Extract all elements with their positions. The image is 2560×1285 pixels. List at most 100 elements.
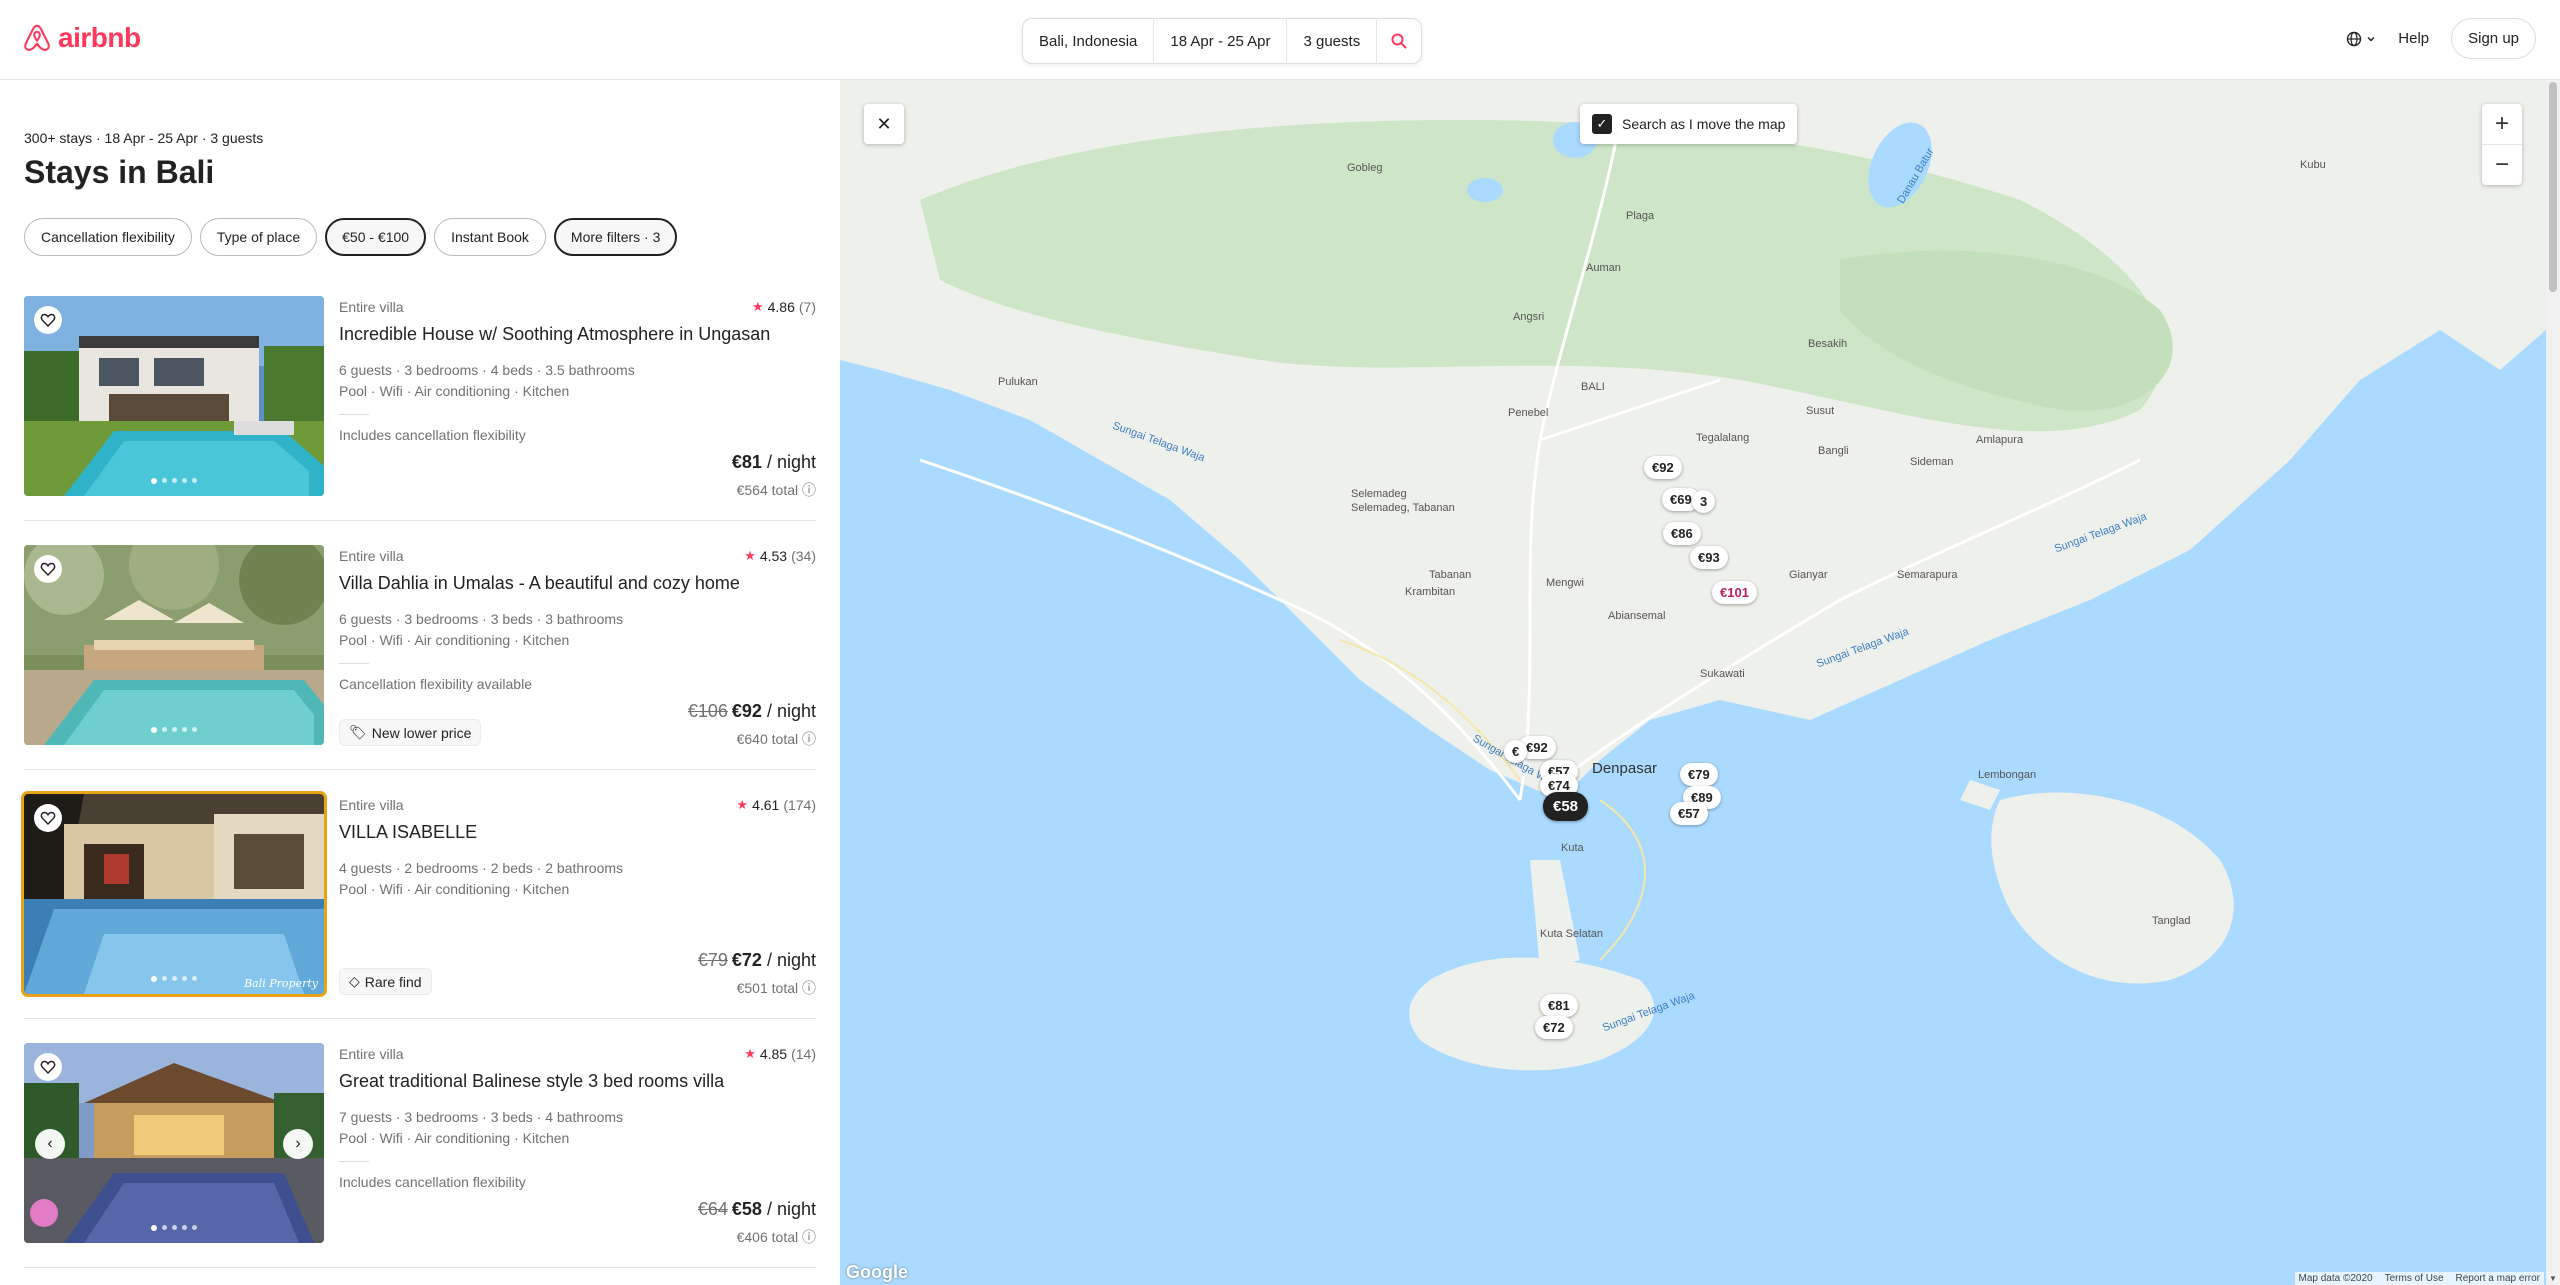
photo-watermark: Bali Property [244, 977, 318, 990]
airbnb-logo[interactable]: airbnb [22, 22, 141, 54]
listing-card[interactable]: Entire villa ★ 4.86 (7) Incredible House… [24, 296, 816, 498]
map-place-label: Semarapura [1897, 569, 1958, 581]
listing-rating: ★ 4.86 (7) [752, 299, 816, 315]
star-icon: ★ [744, 1046, 756, 1061]
filter-cancellation-flexibility[interactable]: Cancellation flexibility [24, 218, 192, 256]
chevron-right-icon: › [295, 1135, 301, 1152]
filter-price[interactable]: €50 - €100 [325, 218, 427, 256]
listing-amenities: Pool · Wifi · Air conditioning · Kitchen [339, 632, 570, 648]
badge-label: New lower price [371, 724, 472, 741]
villa-photo-garden [24, 545, 324, 745]
scrollbar-thumb[interactable] [2549, 82, 2557, 292]
total-price[interactable]: €501 total ⓘ [737, 978, 816, 998]
listing-card[interactable]: Entire villa ★ 4.53 (34) Villa Dahlia in… [24, 545, 816, 747]
villa-photo-modern [24, 296, 324, 496]
listing-card[interactable]: ‹ › Entire villa ★ 4.85 (14) Great tradi… [24, 1043, 816, 1245]
search-button[interactable] [1377, 18, 1421, 64]
map-place-label: Mengwi [1546, 577, 1584, 589]
sign-up-button[interactable]: Sign up [2451, 18, 2536, 59]
header-actions: Help Sign up [2346, 18, 2536, 59]
save-heart-button[interactable] [34, 1053, 62, 1081]
map-data-credit: Map data ©2020 [2298, 1273, 2373, 1284]
close-map-button[interactable]: ✕ [864, 104, 904, 144]
report-map-error-link[interactable]: Report a map error [2456, 1273, 2540, 1284]
price-pin[interactable]: €92 [1644, 456, 1682, 479]
map-view[interactable]: Gobleg Plaga Auman Angsri BALI Besakih P… [840, 80, 2546, 1285]
listing-photo[interactable]: ‹ › [24, 1043, 324, 1243]
terms-of-use-link[interactable]: Terms of Use [2385, 1273, 2444, 1284]
info-icon: ⓘ [802, 1229, 816, 1245]
save-heart-button[interactable] [34, 555, 62, 583]
listing-photo[interactable]: Bali Property [21, 791, 327, 997]
listing-amenities: Pool · Wifi · Air conditioning · Kitchen [339, 383, 570, 399]
map-place-label: Susut [1806, 405, 1835, 417]
filter-type-of-place[interactable]: Type of place [199, 218, 318, 256]
map-place-label: Pulukan [998, 376, 1038, 388]
price-pin[interactable]: €93 [1690, 546, 1728, 569]
map-place-label: Krambitan [1405, 586, 1456, 598]
previous-photo-button[interactable]: ‹ [35, 1129, 65, 1159]
listing-photo[interactable] [24, 545, 324, 745]
price-pin[interactable]: €57 [1670, 802, 1708, 825]
listing-title[interactable]: VILLA ISABELLE [339, 822, 477, 843]
price-pin-selected[interactable]: €58 [1543, 792, 1589, 821]
price-pin[interactable]: €72 [1535, 1016, 1573, 1039]
listing-details: 6 guests · 3 bedrooms · 4 beds · 3.5 bat… [339, 362, 635, 378]
info-icon: ⓘ [802, 482, 816, 498]
heart-icon [40, 313, 56, 328]
rating-value: 4.53 [759, 548, 788, 564]
zoom-out-button[interactable]: − [2482, 145, 2522, 185]
diamond-icon: ◇ [349, 973, 360, 989]
star-icon: ★ [744, 548, 756, 563]
help-link[interactable]: Help [2398, 30, 2429, 47]
listing-title[interactable]: Villa Dahlia in Umalas - A beautiful and… [339, 573, 740, 594]
price-value: €72 [731, 950, 762, 970]
listing-card[interactable]: Bali Property Entire villa ★ 4.61 (174) … [21, 791, 816, 997]
google-logo: Google [846, 1262, 908, 1282]
old-price: €79 [697, 950, 728, 970]
listing-details: 4 guests · 2 bedrooms · 2 beds · 2 bathr… [339, 860, 624, 876]
total-price[interactable]: €406 total ⓘ [737, 1227, 816, 1247]
price-pin[interactable]: €86 [1663, 522, 1701, 545]
price-value: €92 [731, 701, 762, 721]
price-pin[interactable]: €79 [1680, 763, 1718, 786]
save-heart-button[interactable] [34, 306, 62, 334]
search-as-move-label: Search as I move the map [1622, 116, 1786, 132]
filter-instant-book[interactable]: Instant Book [434, 218, 546, 256]
photo-pagination-dots [24, 1225, 324, 1231]
search-dates[interactable]: 18 Apr - 25 Apr [1154, 18, 1288, 64]
page-scrollbar[interactable]: ▼ [2546, 80, 2560, 1285]
total-price[interactable]: €564 total ⓘ [737, 480, 816, 500]
search-guests[interactable]: 3 guests [1287, 18, 1378, 64]
price-pin[interactable]: €101 [1712, 581, 1757, 604]
save-heart-button[interactable] [34, 804, 62, 832]
search-as-move-toggle[interactable]: ✓ Search as I move the map [1580, 104, 1798, 144]
listing-title[interactable]: Incredible House w/ Soothing Atmosphere … [339, 324, 770, 345]
review-count: (174) [783, 797, 816, 813]
nightly-price: €81 / night [732, 452, 816, 473]
listing-type: Entire villa [339, 299, 404, 315]
zoom-in-button[interactable]: + [2482, 104, 2522, 144]
nightly-price: €106 €92 / night [688, 701, 816, 722]
map-place-label: Selemadeg [1351, 488, 1407, 500]
total-price[interactable]: €640 total ⓘ [737, 729, 816, 749]
price-pin[interactable]: €81 [1540, 994, 1578, 1017]
listing-photo[interactable] [24, 296, 324, 496]
language-selector[interactable] [2346, 31, 2376, 47]
map-place-label: Kuta Selatan [1540, 928, 1603, 940]
scroll-down-arrow-icon[interactable]: ▼ [2549, 1274, 2557, 1283]
map-place-label: Auman [1586, 262, 1621, 274]
star-icon: ★ [736, 797, 749, 812]
total-value: €564 total [736, 482, 799, 498]
search-bar[interactable]: Bali, Indonesia 18 Apr - 25 Apr 3 guests [1022, 18, 1422, 64]
next-photo-button[interactable]: › [283, 1129, 313, 1159]
listing-title[interactable]: Great traditional Balinese style 3 bed r… [339, 1071, 724, 1092]
listing-info: Entire villa ★ 4.85 (14) Great tradition… [339, 1043, 816, 1245]
listing-amenities: Pool · Wifi · Air conditioning · Kitchen [339, 881, 570, 897]
listing-type: Entire villa [339, 797, 404, 813]
map-place-label: BALI [1581, 381, 1605, 393]
filter-more[interactable]: More filters · 3 [553, 218, 678, 256]
search-location[interactable]: Bali, Indonesia [1023, 18, 1155, 64]
star-icon: ★ [751, 299, 764, 314]
rating-value: 4.86 [767, 299, 795, 315]
